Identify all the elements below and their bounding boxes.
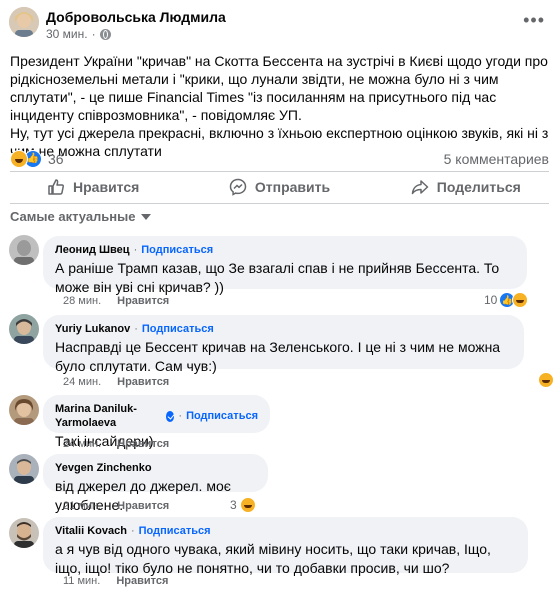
commenter-avatar-image	[9, 314, 39, 344]
comment-meta: 11 мин. Нравится	[63, 575, 168, 587]
follow-button[interactable]: Подписаться	[141, 243, 213, 257]
author-avatar[interactable]	[9, 7, 39, 37]
share-button[interactable]: Поделиться	[373, 174, 559, 200]
comment-text: Насправді це Бессент кричав на Зеленсько…	[55, 339, 501, 374]
dot-separator: ·	[133, 244, 138, 256]
commenter-name[interactable]: Yuriy Lukanov	[55, 322, 130, 336]
comment-bubble: Yuriy Lukanov · Подписаться Насправді це…	[43, 315, 524, 374]
comment-bubble: Vitalii Kovach · Подписаться а я чув від…	[43, 517, 528, 576]
comment-bubble: Леонид Швец · Подписаться А раніше Трамп…	[43, 236, 527, 295]
comment-reactions[interactable]	[538, 372, 554, 388]
like-button-label: Нравится	[73, 179, 140, 195]
post-paragraph-1: Президент України "кричав" на Скотта Бес…	[10, 53, 548, 123]
comment-avatar[interactable]	[9, 454, 39, 484]
haha-reaction-icon	[512, 292, 529, 308]
comment-like-button[interactable]: Нравится	[117, 500, 169, 512]
comment-avatar[interactable]	[9, 518, 39, 548]
comment-text: а я чув від одного чувака, який мівину н…	[55, 541, 491, 576]
reaction-count: 36	[48, 151, 64, 167]
comment-bubble: Marina Daniluk-Yarmolaeva · Подписаться …	[43, 395, 270, 449]
messenger-icon	[229, 178, 247, 196]
post-author-name[interactable]: Добровольська Людмила	[46, 9, 226, 25]
commenter-avatar-image	[9, 454, 39, 484]
haha-reaction-icon	[10, 150, 28, 168]
commenter-avatar-image	[9, 235, 39, 265]
comment-like-button[interactable]: Нравится	[117, 438, 169, 450]
comment-reactions[interactable]: 10 👍	[484, 292, 529, 308]
haha-reaction-icon	[538, 372, 554, 388]
comment-header: Леонид Швец · Подписаться	[55, 243, 515, 257]
dot-separator: ·	[91, 27, 96, 41]
globe-icon	[99, 28, 111, 40]
comment-meta: 21 мин. Нравится	[63, 500, 169, 512]
commenter-name[interactable]: Marina Daniluk-Yarmolaeva	[55, 402, 163, 430]
follow-button[interactable]: Подписаться	[142, 322, 214, 336]
comment-bubble: Yevgen Zinchenko від джерел до джерел. м…	[43, 454, 268, 513]
comment-time[interactable]: 11 мин.	[63, 575, 100, 587]
comment-text: А раніше Трамп казав, що Зе взагалі спав…	[55, 260, 500, 295]
post-time[interactable]: 30 мин.	[46, 27, 88, 41]
comment-time[interactable]: 24 мин.	[63, 438, 101, 450]
comment-like-button[interactable]: Нравится	[117, 295, 169, 307]
comment-header: Yuriy Lukanov · Подписаться	[55, 322, 512, 336]
comments-count-link[interactable]: 5 комментариев	[444, 151, 549, 167]
actions-top-divider	[10, 171, 549, 172]
haha-reaction-icon	[239, 497, 256, 513]
verified-badge-icon	[166, 410, 175, 422]
comment-meta: 28 мин. Нравится	[63, 295, 169, 307]
follow-button[interactable]: Подписаться	[186, 409, 258, 423]
dot-separator: ·	[134, 323, 138, 335]
send-button-label: Отправить	[254, 179, 331, 195]
comment-meta: 24 мин. Нравится	[63, 376, 169, 388]
comment-avatar[interactable]	[9, 235, 39, 265]
post-reactions[interactable]: 👍 36	[10, 150, 64, 168]
commenter-avatar-image	[9, 518, 39, 548]
send-button[interactable]: Отправить	[186, 174, 372, 200]
comment-reaction-count: 3	[230, 498, 237, 512]
commenter-name[interactable]: Леонид Швец	[55, 243, 130, 257]
comment-time[interactable]: 28 мин.	[63, 295, 101, 307]
author-avatar-image	[9, 7, 39, 37]
like-button[interactable]: Нравится	[0, 174, 186, 200]
comment-sort-dropdown[interactable]: Самые актуальные	[10, 209, 151, 224]
comment-header: Vitalii Kovach · Подписаться	[55, 524, 516, 538]
comment-avatar[interactable]	[9, 395, 39, 425]
actions-bottom-divider	[10, 203, 549, 204]
comment-like-button[interactable]: Нравится	[116, 575, 168, 587]
post-time-row: 30 мин. ·	[46, 27, 111, 41]
commenter-avatar-image	[9, 395, 39, 425]
comment-time[interactable]: 21 мин.	[63, 500, 101, 512]
comment-like-button[interactable]: Нравится	[117, 376, 169, 388]
share-arrow-icon	[411, 180, 429, 195]
post-actions-bar: Нравится Отправить Поделиться	[0, 174, 559, 200]
commenter-name[interactable]: Yevgen Zinchenko	[55, 461, 152, 475]
comment-reaction-count: 10	[484, 293, 498, 307]
comment-meta: 24 мин. Нравится	[63, 438, 169, 450]
comment-header: Yevgen Zinchenko	[55, 461, 256, 475]
dot-separator: ·	[130, 525, 135, 537]
chevron-down-icon	[140, 213, 151, 220]
post-body: Президент України "кричав" на Скотта Бес…	[10, 52, 555, 160]
comment-reactions[interactable]: 3	[230, 497, 256, 513]
sort-label: Самые актуальные	[10, 209, 136, 224]
follow-button[interactable]: Подписаться	[139, 524, 211, 538]
commenter-name[interactable]: Vitalii Kovach	[55, 524, 127, 538]
dot-separator: ·	[178, 410, 183, 422]
comment-time[interactable]: 24 мин.	[63, 376, 101, 388]
comment-avatar[interactable]	[9, 314, 39, 344]
thumbs-up-icon	[48, 179, 65, 195]
more-options-icon[interactable]: •••	[523, 10, 545, 31]
share-button-label: Поделиться	[436, 179, 521, 195]
comment-header: Marina Daniluk-Yarmolaeva · Подписаться	[55, 402, 258, 430]
